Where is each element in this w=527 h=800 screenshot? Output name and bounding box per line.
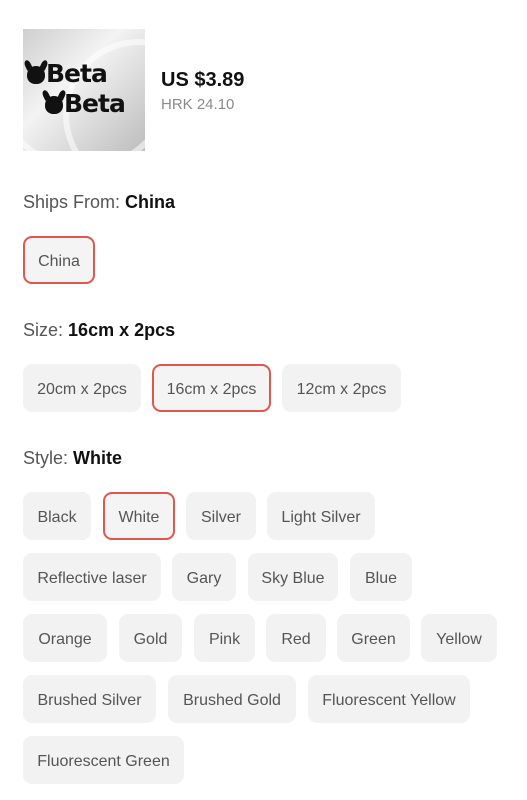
style-label-row: Style: White xyxy=(23,448,122,469)
ships-from-section: Ships From: China China xyxy=(23,192,175,284)
style-option-fluorescent-yellow[interactable]: Fluorescent Yellow xyxy=(308,675,470,723)
style-option-reflective-laser[interactable]: Reflective laser xyxy=(23,553,161,601)
product-price: US $3.89 xyxy=(161,69,245,91)
style-option-brushed-gold[interactable]: Brushed Gold xyxy=(168,675,296,723)
beta-logo-icon xyxy=(27,66,45,84)
style-label: Style: xyxy=(23,448,69,468)
style-option-blue[interactable]: Blue xyxy=(350,553,412,601)
style-option-green[interactable]: Green xyxy=(337,614,410,662)
style-option-sky-blue[interactable]: Sky Blue xyxy=(248,553,338,601)
style-option-gary[interactable]: Gary xyxy=(172,553,236,601)
size-label-row: Size: 16cm x 2pcs xyxy=(23,320,175,341)
style-option-gold[interactable]: Gold xyxy=(119,614,182,662)
thumbnail-logo-line-1: Beta xyxy=(27,59,108,88)
size-option-12cm[interactable]: 12cm x 2pcs xyxy=(282,364,401,412)
style-option-yellow[interactable]: Yellow xyxy=(421,614,497,662)
ships-from-label: Ships From: xyxy=(23,192,121,212)
style-option-brushed-silver[interactable]: Brushed Silver xyxy=(23,675,156,723)
size-label: Size: xyxy=(23,320,64,340)
style-option-pink[interactable]: Pink xyxy=(194,614,255,662)
size-value: 16cm x 2pcs xyxy=(68,320,176,340)
style-option-light-silver[interactable]: Light Silver xyxy=(267,492,375,540)
size-option-20cm[interactable]: 20cm x 2pcs xyxy=(23,364,141,412)
thumbnail-logo-line-2: Beta xyxy=(45,89,126,118)
style-section: Style: White Black White Silver Light Si… xyxy=(23,448,497,784)
style-option-black[interactable]: Black xyxy=(23,492,91,540)
style-option-fluorescent-green[interactable]: Fluorescent Green xyxy=(23,736,184,784)
size-option-16cm[interactable]: 16cm x 2pcs xyxy=(152,364,271,412)
style-value: White xyxy=(73,448,123,468)
ships-from-value: China xyxy=(125,192,176,212)
ships-from-option-china[interactable]: China xyxy=(23,236,95,284)
product-thumbnail[interactable]: Beta Beta xyxy=(23,29,145,151)
beta-logo-icon xyxy=(45,96,63,114)
product-alt-price: HRK 24.10 xyxy=(161,96,235,113)
style-option-orange[interactable]: Orange xyxy=(23,614,107,662)
product-header: Beta Beta US $3.89 HRK 24.10 xyxy=(23,29,503,153)
size-section: Size: 16cm x 2pcs 20cm x 2pcs 16cm x 2pc… xyxy=(23,320,401,412)
style-option-white[interactable]: White xyxy=(103,492,175,540)
ships-from-label-row: Ships From: China xyxy=(23,192,175,213)
style-option-red[interactable]: Red xyxy=(266,614,326,662)
style-option-silver[interactable]: Silver xyxy=(186,492,256,540)
